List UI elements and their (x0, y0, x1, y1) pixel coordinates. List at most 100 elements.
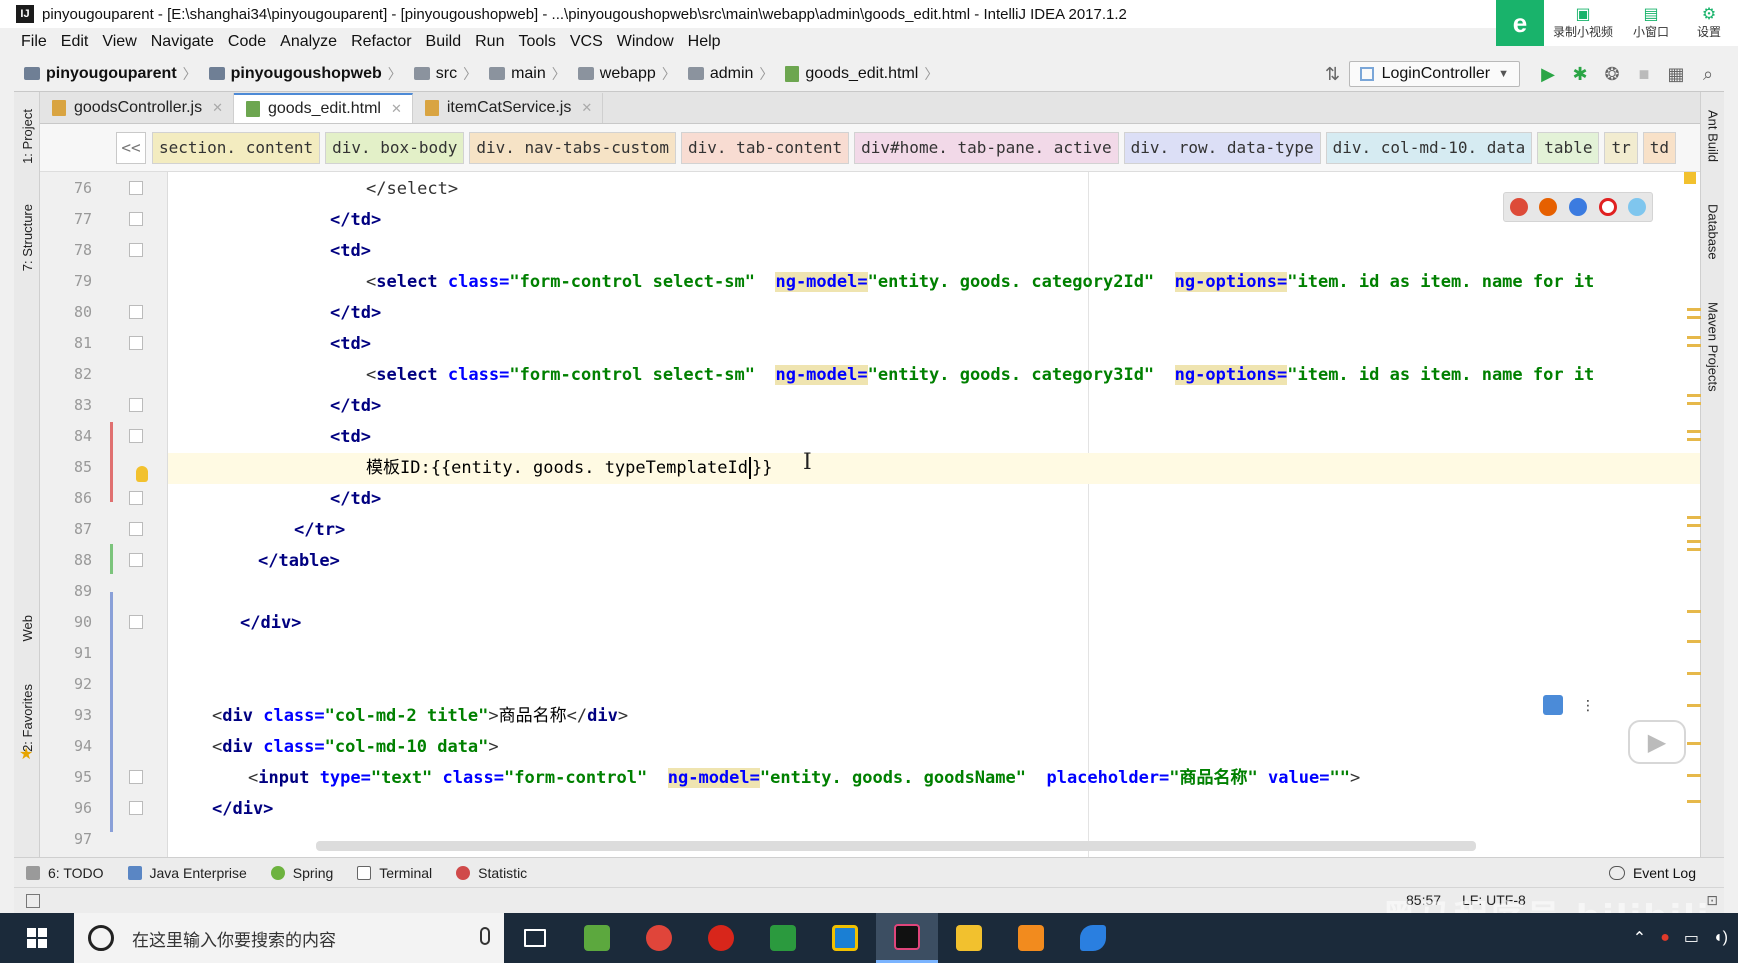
menu-view[interactable]: View (95, 33, 143, 51)
user-card-icon[interactable] (1543, 695, 1563, 715)
recorder-settings-button[interactable]: ⚙ 设置 (1680, 0, 1738, 46)
volume-icon[interactable]: ◖) (1713, 929, 1728, 947)
scroll-marker[interactable] (1687, 610, 1701, 613)
scroll-marker[interactable] (1687, 540, 1701, 543)
menu-help[interactable]: Help (681, 33, 728, 51)
record-tray-icon[interactable]: ● (1660, 929, 1670, 947)
tag-crumb[interactable]: section. content (152, 131, 321, 164)
scroll-marker[interactable] (1687, 344, 1701, 347)
fold-marker[interactable] (129, 212, 143, 226)
chevron-up-icon[interactable]: ⌃ (1633, 928, 1646, 948)
tool-tab-java-enterprise[interactable]: Java Enterprise (116, 865, 259, 881)
run-icon[interactable]: ▶ (1532, 59, 1564, 89)
tool-tab-statistic[interactable]: Statistic (444, 865, 539, 881)
taskbar-app-excel[interactable] (752, 913, 814, 963)
scroll-marker[interactable] (1687, 430, 1701, 433)
fold-marker[interactable] (129, 491, 143, 505)
tool-tab-maven[interactable]: Maven Projects (1701, 288, 1725, 406)
tool-tab-structure[interactable]: 7: Structure (14, 188, 40, 288)
scroll-marker[interactable] (1687, 402, 1701, 405)
fold-marker[interactable] (129, 243, 143, 257)
taskbar-app-intellij[interactable] (876, 913, 938, 963)
nav-crumb-file[interactable]: goods_edit.html (775, 65, 922, 83)
tool-tab-web[interactable]: Web (14, 598, 40, 658)
tag-crumb[interactable]: tr (1604, 131, 1638, 164)
scroll-marker[interactable] (1687, 800, 1701, 803)
fold-marker[interactable] (129, 770, 143, 784)
nav-crumb-main[interactable]: main (479, 65, 550, 83)
safari-icon[interactable] (1568, 198, 1587, 216)
tool-tab-database[interactable]: Database (1701, 192, 1725, 272)
menu-navigate[interactable]: Navigate (144, 33, 221, 51)
menu-tools[interactable]: Tools (511, 33, 562, 51)
stop-icon[interactable]: ■ (1628, 59, 1660, 89)
taskbar-app-chrome[interactable] (628, 913, 690, 963)
more-icon[interactable]: ⋮ (1581, 697, 1595, 714)
menu-file[interactable]: File (14, 33, 54, 51)
code-editor[interactable]: </select> </td> <td> <select class="form… (168, 172, 1700, 857)
scroll-marker[interactable] (1687, 336, 1701, 339)
run-configuration-select[interactable]: LoginController ▼ (1348, 61, 1520, 87)
editor-gutter[interactable]: 76 77 78 79 80 81 82 83 84 85 86 87 88 8… (40, 172, 168, 857)
fold-marker[interactable] (129, 522, 143, 536)
menu-run[interactable]: Run (468, 33, 511, 51)
tag-crumb[interactable]: div. col-md-10. data (1325, 131, 1533, 164)
scroll-marker[interactable] (1687, 640, 1701, 643)
firefox-icon[interactable] (1539, 198, 1558, 216)
taskbar-app-recorder[interactable] (690, 913, 752, 963)
taskbar-search-input[interactable]: 在这里输入你要搜索的内容 (132, 926, 336, 951)
event-log-button[interactable]: Event Log (1608, 858, 1696, 888)
tool-tab-ant-build[interactable]: Ant Build (1701, 96, 1725, 176)
scroll-marker[interactable] (1687, 524, 1701, 527)
build-project-icon[interactable]: ⇅ (1317, 59, 1349, 89)
scroll-marker[interactable] (1687, 742, 1701, 745)
play-video-button[interactable]: ▶ (1628, 720, 1686, 764)
microphone-icon[interactable] (480, 927, 490, 945)
close-icon[interactable]: ✕ (212, 100, 223, 116)
tab-goods-controller[interactable]: goodsController.js ✕ (40, 93, 234, 123)
tool-windows-toggle-icon[interactable] (26, 894, 40, 908)
nav-crumb-admin[interactable]: admin (678, 65, 758, 83)
fold-marker[interactable] (129, 553, 143, 567)
taskbar-app-feiq[interactable] (1062, 913, 1124, 963)
coverage-icon[interactable]: ❂ (1596, 59, 1628, 89)
nav-crumb-module[interactable]: pinyougoushopweb (199, 65, 386, 83)
menu-analyze[interactable]: Analyze (273, 33, 344, 51)
scroll-marker[interactable] (1687, 704, 1701, 707)
taskbar-app-sticky[interactable] (814, 913, 876, 963)
mini-window-button[interactable]: ▤ 小窗口 (1622, 0, 1680, 46)
nav-crumb-src[interactable]: src (404, 65, 461, 83)
close-icon[interactable]: ✕ (581, 100, 592, 116)
menu-edit[interactable]: Edit (54, 33, 96, 51)
fold-marker[interactable] (129, 398, 143, 412)
tag-crumb[interactable]: td (1642, 131, 1676, 164)
tab-goods-edit[interactable]: goods_edit.html ✕ (233, 93, 413, 123)
task-view-button[interactable] (504, 913, 566, 963)
tag-crumb[interactable]: div#home. tab-pane. active (854, 131, 1119, 164)
project-structure-icon[interactable]: ▦ (1660, 59, 1692, 89)
menu-build[interactable]: Build (419, 33, 469, 51)
tag-crumb[interactable]: div. tab-content (681, 131, 850, 164)
tool-tab-todo[interactable]: 6: TODO (14, 865, 116, 881)
lightbulb-icon[interactable] (136, 466, 148, 482)
menu-refactor[interactable]: Refactor (344, 33, 418, 51)
scroll-marker[interactable] (1687, 316, 1701, 319)
start-button[interactable] (0, 913, 74, 963)
fold-marker[interactable] (129, 336, 143, 350)
inspection-status-icon[interactable] (1684, 172, 1696, 184)
record-video-button[interactable]: ▣ 录制小视频 (1544, 0, 1622, 46)
network-icon[interactable]: ▭ (1684, 928, 1699, 948)
fold-marker[interactable] (129, 305, 143, 319)
tag-crumb[interactable]: div. nav-tabs-custom (469, 131, 677, 164)
horizontal-scrollbar[interactable] (316, 841, 1476, 851)
fold-marker[interactable] (129, 615, 143, 629)
menu-code[interactable]: Code (221, 33, 273, 51)
scroll-marker[interactable] (1687, 672, 1701, 675)
taskbar-search[interactable]: 在这里输入你要搜索的内容 (74, 913, 504, 963)
scroll-marker[interactable] (1687, 394, 1701, 397)
tool-tab-spring[interactable]: Spring (259, 865, 345, 881)
menu-window[interactable]: Window (610, 33, 681, 51)
close-icon[interactable]: ✕ (391, 101, 402, 117)
ie-icon[interactable] (1628, 198, 1647, 216)
fold-marker[interactable] (129, 181, 143, 195)
